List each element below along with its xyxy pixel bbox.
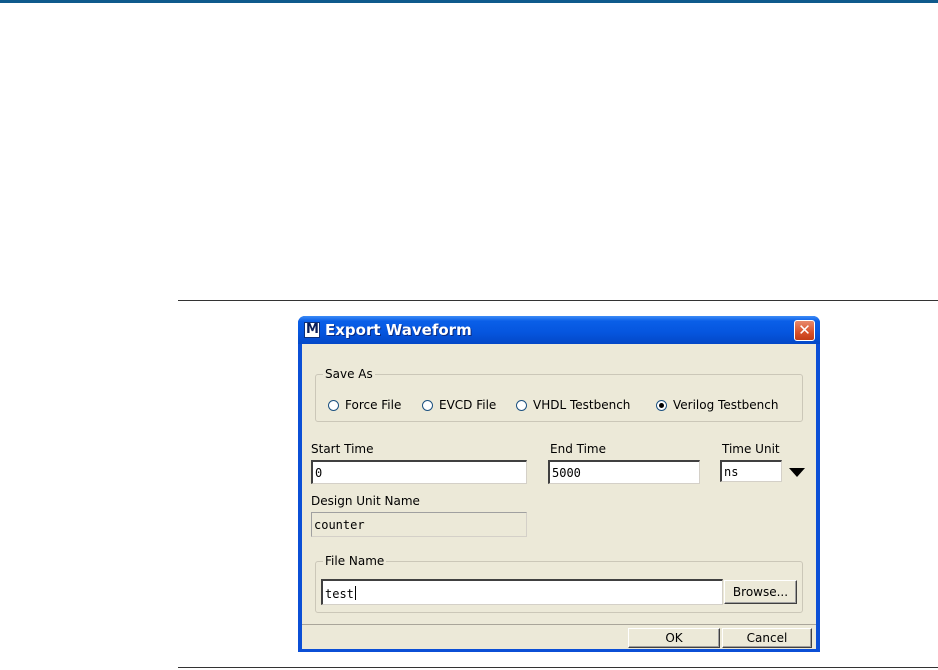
file-name-group-label: File Name [323,554,387,568]
radio-label-verilog-testbench: Verilog Testbench [673,398,779,412]
figure-bottom-rule [178,667,938,668]
end-time-label: End Time [550,442,606,456]
start-time-input[interactable]: 0 [311,460,527,484]
file-name-value: test [325,587,354,601]
dialog-titlebar[interactable]: M Export Waveform ✕ [298,316,820,344]
dropdown-arrow-icon[interactable] [786,462,808,482]
radio-button-icon[interactable] [328,399,339,411]
design-unit-name-field: counter [311,512,527,537]
radio-verilog-testbench[interactable]: Verilog Testbench [656,398,778,412]
radio-button-icon[interactable] [422,399,433,411]
close-button[interactable]: ✕ [794,320,815,341]
app-icon-letter: M [306,322,319,337]
radio-label-vhdl-testbench: VHDL Testbench [533,398,631,412]
page-top-rule [0,0,938,3]
save-as-group-label: Save As [323,367,375,381]
export-waveform-dialog: M Export Waveform ✕ Save As Force File E… [298,316,820,652]
ok-button[interactable]: OK [628,628,720,648]
start-time-label: Start Time [311,442,374,456]
cancel-button[interactable]: Cancel [722,628,812,648]
radio-evcd-file[interactable]: EVCD File [422,398,496,412]
close-icon: ✕ [798,321,811,339]
file-name-input[interactable]: test [321,579,723,605]
radio-force-file[interactable]: Force File [328,398,401,412]
browse-button[interactable]: Browse... [724,580,797,604]
time-unit-select[interactable]: ns [720,460,782,482]
radio-label-evcd-file: EVCD File [439,398,497,412]
radio-label-force-file: Force File [345,398,402,412]
figure-top-rule [178,300,938,301]
radio-button-icon[interactable] [516,399,527,411]
design-unit-name-label: Design Unit Name [311,494,420,508]
radio-vhdl-testbench[interactable]: VHDL Testbench [516,398,630,412]
end-time-input[interactable]: 5000 [548,460,700,484]
dialog-title: Export Waveform [325,321,472,339]
time-unit-label: Time Unit [722,442,780,456]
radio-button-checked-icon[interactable] [656,399,667,411]
modelsim-icon[interactable]: M [304,322,320,338]
dialog-client-area: Save As Force File EVCD File VHDL Testbe… [302,344,816,649]
text-caret [354,586,356,600]
